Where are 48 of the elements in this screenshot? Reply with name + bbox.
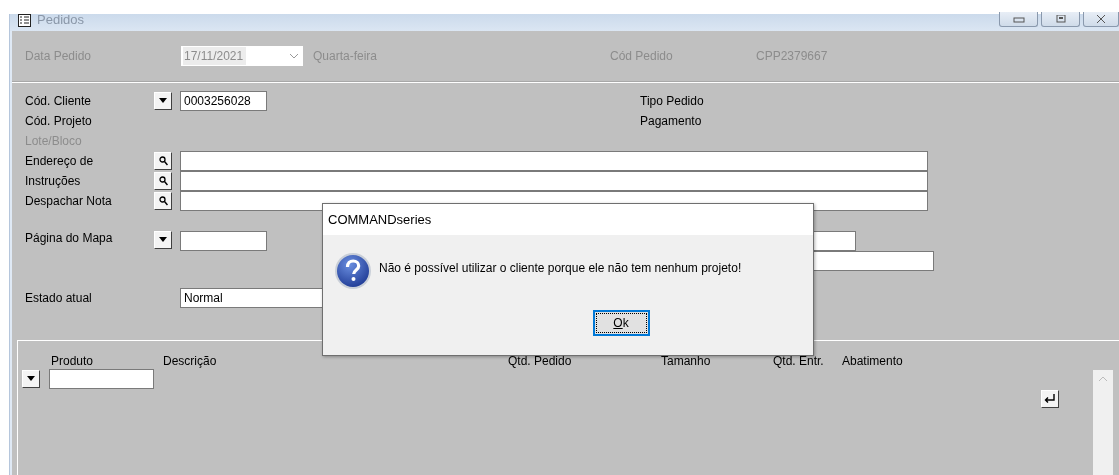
search-button[interactable] [154, 152, 172, 170]
return-arrow-icon [1044, 394, 1056, 404]
window-title: Pedidos [37, 12, 84, 27]
chevron-up-icon [1098, 376, 1108, 382]
restore-button[interactable] [1041, 12, 1080, 27]
field-label: Despachar Nota [25, 194, 113, 208]
chevron-down-icon [289, 53, 299, 59]
question-icon [334, 252, 372, 290]
dropdown-button[interactable] [22, 370, 40, 388]
column-header: Tamanho [661, 354, 712, 368]
enter-button[interactable] [1041, 390, 1059, 408]
dialog-message: Não é possível utilizar o cliente porque ele não tem nenhum projeto! [379, 260, 742, 275]
field-label: Instruções [25, 174, 82, 188]
scrollbar[interactable] [1093, 370, 1113, 475]
column-header: Qtd. Entr. [773, 354, 825, 368]
text-field[interactable]: 0003256028 [180, 91, 267, 111]
text-field[interactable] [180, 231, 267, 251]
text-field[interactable] [180, 151, 928, 171]
restore-icon [1054, 15, 1067, 23]
search-icon [158, 156, 168, 166]
caret-icon [158, 237, 168, 243]
dialog-title: COMMANDseries [323, 204, 813, 235]
ok-button[interactable]: Ok [592, 310, 650, 336]
field-label: Tipo Pedido [639, 94, 705, 108]
column-header: Produto [51, 354, 95, 368]
search-icon [158, 176, 168, 186]
caret-icon [158, 98, 168, 104]
field-label: Pagamento [639, 114, 703, 128]
caret-icon [26, 376, 36, 382]
column-header: Abatimento [842, 354, 904, 368]
field-label: Endereço de [25, 154, 95, 168]
search-icon [158, 196, 168, 206]
dropdown-button[interactable] [154, 92, 172, 110]
field-label: Página do Mapa [25, 231, 114, 245]
product-field[interactable] [49, 369, 154, 389]
close-button[interactable] [1083, 12, 1119, 27]
column-header: Descrição [163, 354, 218, 368]
dropdown-button[interactable] [154, 231, 172, 249]
search-button[interactable] [154, 172, 172, 190]
field-label: Cód. Cliente [25, 94, 93, 108]
close-icon [1095, 15, 1107, 23]
field-label: Cód. Projeto [25, 114, 93, 128]
field-label: Estado atual [25, 291, 93, 305]
minimize-icon [1012, 15, 1025, 23]
search-button[interactable] [154, 192, 172, 210]
text-field[interactable] [180, 171, 928, 191]
column-header: Qtd. Pedido [508, 354, 573, 368]
list-icon [18, 14, 31, 27]
